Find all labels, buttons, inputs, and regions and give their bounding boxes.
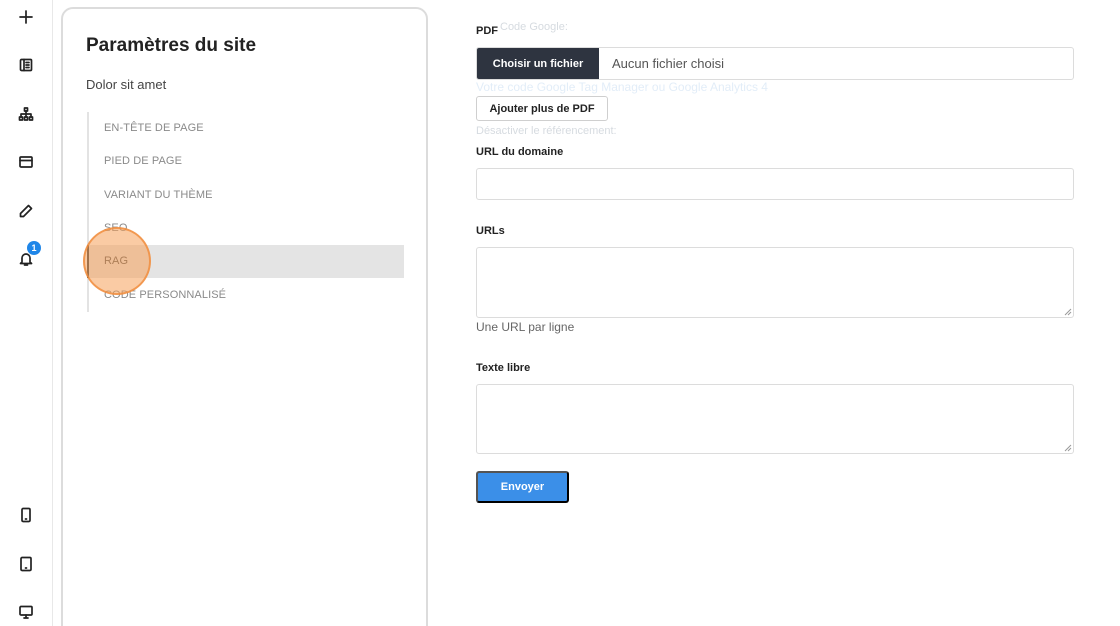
edit-icon[interactable] <box>14 199 38 223</box>
nav-item-footer[interactable]: PIED DE PAGE <box>87 145 404 178</box>
pages-icon[interactable] <box>14 53 38 77</box>
layout-icon[interactable] <box>14 150 38 174</box>
app-root: 1 Paramètres du site Dolor sit amet EN-T… <box>0 0 1120 626</box>
choose-file-button[interactable]: Choisir un fichier <box>477 48 599 79</box>
free-text-label: Texte libre <box>476 362 531 374</box>
free-text-textarea[interactable] <box>476 384 1074 454</box>
domain-url-label: URL du domaine <box>476 146 564 158</box>
submit-button[interactable]: Envoyer <box>476 471 569 503</box>
desktop-preview-icon[interactable] <box>14 600 38 624</box>
urls-label: URLs <box>476 225 505 237</box>
domain-url-input[interactable] <box>476 168 1074 200</box>
sitemap-icon[interactable] <box>14 102 38 126</box>
nav-item-header[interactable]: EN-TÊTE DE PAGE <box>87 112 404 145</box>
nav-item-theme-variant[interactable]: VARIANT DU THÈME <box>87 179 404 212</box>
add-pdf-button[interactable]: Ajouter plus de PDF <box>476 96 608 121</box>
ghost-gtm-text: Votre code Google Tag Manager ou Google … <box>476 80 768 94</box>
rag-form: Code Google: PDF Choisir un fichier Aucu… <box>476 0 1076 626</box>
mobile-preview-icon[interactable] <box>14 503 38 527</box>
settings-title: Paramètres du site <box>86 35 257 56</box>
pdf-file-input[interactable]: Choisir un fichier Aucun fichier choisi <box>476 47 1074 80</box>
pdf-label: PDF <box>476 25 498 37</box>
urls-resize-handle[interactable] <box>1064 308 1072 316</box>
notifications-icon[interactable]: 1 <box>14 241 41 271</box>
ghost-google-label: Code Google: <box>500 21 568 33</box>
settings-subtitle: Dolor sit amet <box>86 77 167 92</box>
nav-item-custom-code[interactable]: CODE PERSONNALISÉ <box>87 279 404 312</box>
ghost-noindex-label: Désactiver le référencement: <box>476 125 617 137</box>
nav-item-rag[interactable]: RAG <box>87 245 404 278</box>
settings-panel: Paramètres du site Dolor sit amet EN-TÊT… <box>61 7 428 626</box>
notification-badge: 1 <box>27 241 41 255</box>
free-text-resize-handle[interactable] <box>1064 444 1072 452</box>
urls-textarea[interactable] <box>476 247 1074 318</box>
icon-rail: 1 <box>0 0 53 626</box>
tablet-preview-icon[interactable] <box>14 552 38 576</box>
file-status-text: Aucun fichier choisi <box>612 56 724 71</box>
urls-helper-text: Une URL par ligne <box>476 320 575 334</box>
nav-item-seo[interactable]: SEO <box>87 212 404 245</box>
add-icon[interactable] <box>14 5 38 29</box>
